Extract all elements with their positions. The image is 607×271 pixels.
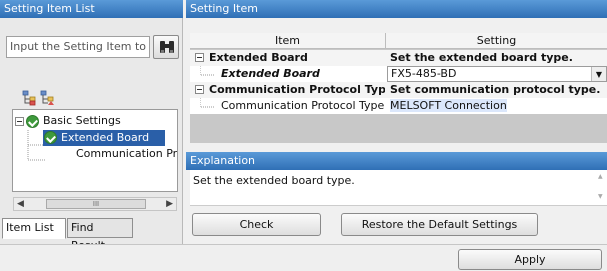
category-extended-board-description: Set the extended board type. xyxy=(390,51,573,64)
tab-find-result[interactable]: Find Result xyxy=(67,218,133,252)
table-row: Extended Board FX5-485-BD ▼ xyxy=(190,66,607,82)
setting-label-extended-board: Extended Board xyxy=(221,67,320,80)
setting-item-list-header: Setting Item List xyxy=(0,0,183,18)
expand-tree-icon[interactable] xyxy=(22,90,38,106)
explanation-scrollbar[interactable]: ▲ ▼ xyxy=(596,171,606,205)
scroll-left-arrow-icon[interactable]: ◀ xyxy=(17,198,24,210)
category-communication-protocol: Communication Protocol Type xyxy=(209,83,385,96)
category-extended-board: Extended Board xyxy=(209,51,308,64)
check-circle-icon xyxy=(26,115,39,128)
category-communication-description: Set communication protocol type. xyxy=(390,83,601,96)
collapse-icon[interactable] xyxy=(195,53,204,62)
setting-item-list-panel: Setting Item List Input the Setting Item… xyxy=(0,0,183,252)
communication-protocol-value[interactable]: MELSOFT Connection xyxy=(390,98,606,114)
tree-line xyxy=(200,98,214,108)
explanation-text: Set the extended board type. xyxy=(190,170,607,206)
table-row: Extended Board Set the extended board ty… xyxy=(190,50,607,66)
scroll-down-arrow-icon[interactable]: ▼ xyxy=(598,193,603,200)
setting-item-header: Setting Item xyxy=(186,0,607,18)
setting-grid: Item Setting Extended Board Set the exte… xyxy=(190,33,607,143)
tree-item-basic-settings[interactable]: Basic Settings xyxy=(43,113,121,129)
scroll-right-arrow-icon[interactable]: ▶ xyxy=(166,198,173,210)
sort-tree-icon[interactable] xyxy=(40,90,56,106)
tree-horizontal-scrollbar[interactable]: ◀ III ▶ xyxy=(13,197,177,211)
tab-item-list[interactable]: Item List xyxy=(2,218,66,239)
setting-item-tree: Basic Settings Extended Board Communicat… xyxy=(12,109,178,192)
scroll-up-arrow-icon[interactable]: ▲ xyxy=(598,173,603,180)
check-circle-icon xyxy=(44,131,57,144)
extended-board-value: FX5-485-BD xyxy=(391,67,457,80)
communication-protocol-value-text: MELSOFT Connection xyxy=(390,99,507,112)
apply-button[interactable]: Apply xyxy=(458,249,602,270)
setting-label-communication-protocol: Communication Protocol Type xyxy=(221,99,385,112)
dropdown-arrow-icon[interactable]: ▼ xyxy=(591,67,606,81)
check-button[interactable]: Check xyxy=(192,213,321,236)
column-header-item: Item xyxy=(190,33,386,49)
tree-item-communication-protocol[interactable]: Communication Pro xyxy=(76,146,177,162)
explanation-header: Explanation xyxy=(186,152,607,170)
restore-defaults-button[interactable]: Restore the Default Settings xyxy=(341,213,538,236)
column-header-setting: Setting xyxy=(476,34,517,47)
search-button[interactable] xyxy=(153,35,179,59)
grid-header-row: Item Setting xyxy=(190,33,607,49)
extended-board-select[interactable]: FX5-485-BD ▼ xyxy=(387,66,607,82)
search-input[interactable]: Input the Setting Item to S xyxy=(6,36,150,58)
table-row: Communication Protocol Type Set communic… xyxy=(190,82,607,98)
table-row: Communication Protocol Type MELSOFT Conn… xyxy=(190,98,607,114)
collapse-icon[interactable] xyxy=(15,117,24,126)
collapse-icon[interactable] xyxy=(195,85,204,94)
scroll-thumb[interactable]: III xyxy=(46,199,146,209)
binoculars-icon xyxy=(160,41,174,53)
tree-item-extended-board[interactable]: Extended Board xyxy=(61,130,149,146)
tree-line xyxy=(200,66,214,76)
